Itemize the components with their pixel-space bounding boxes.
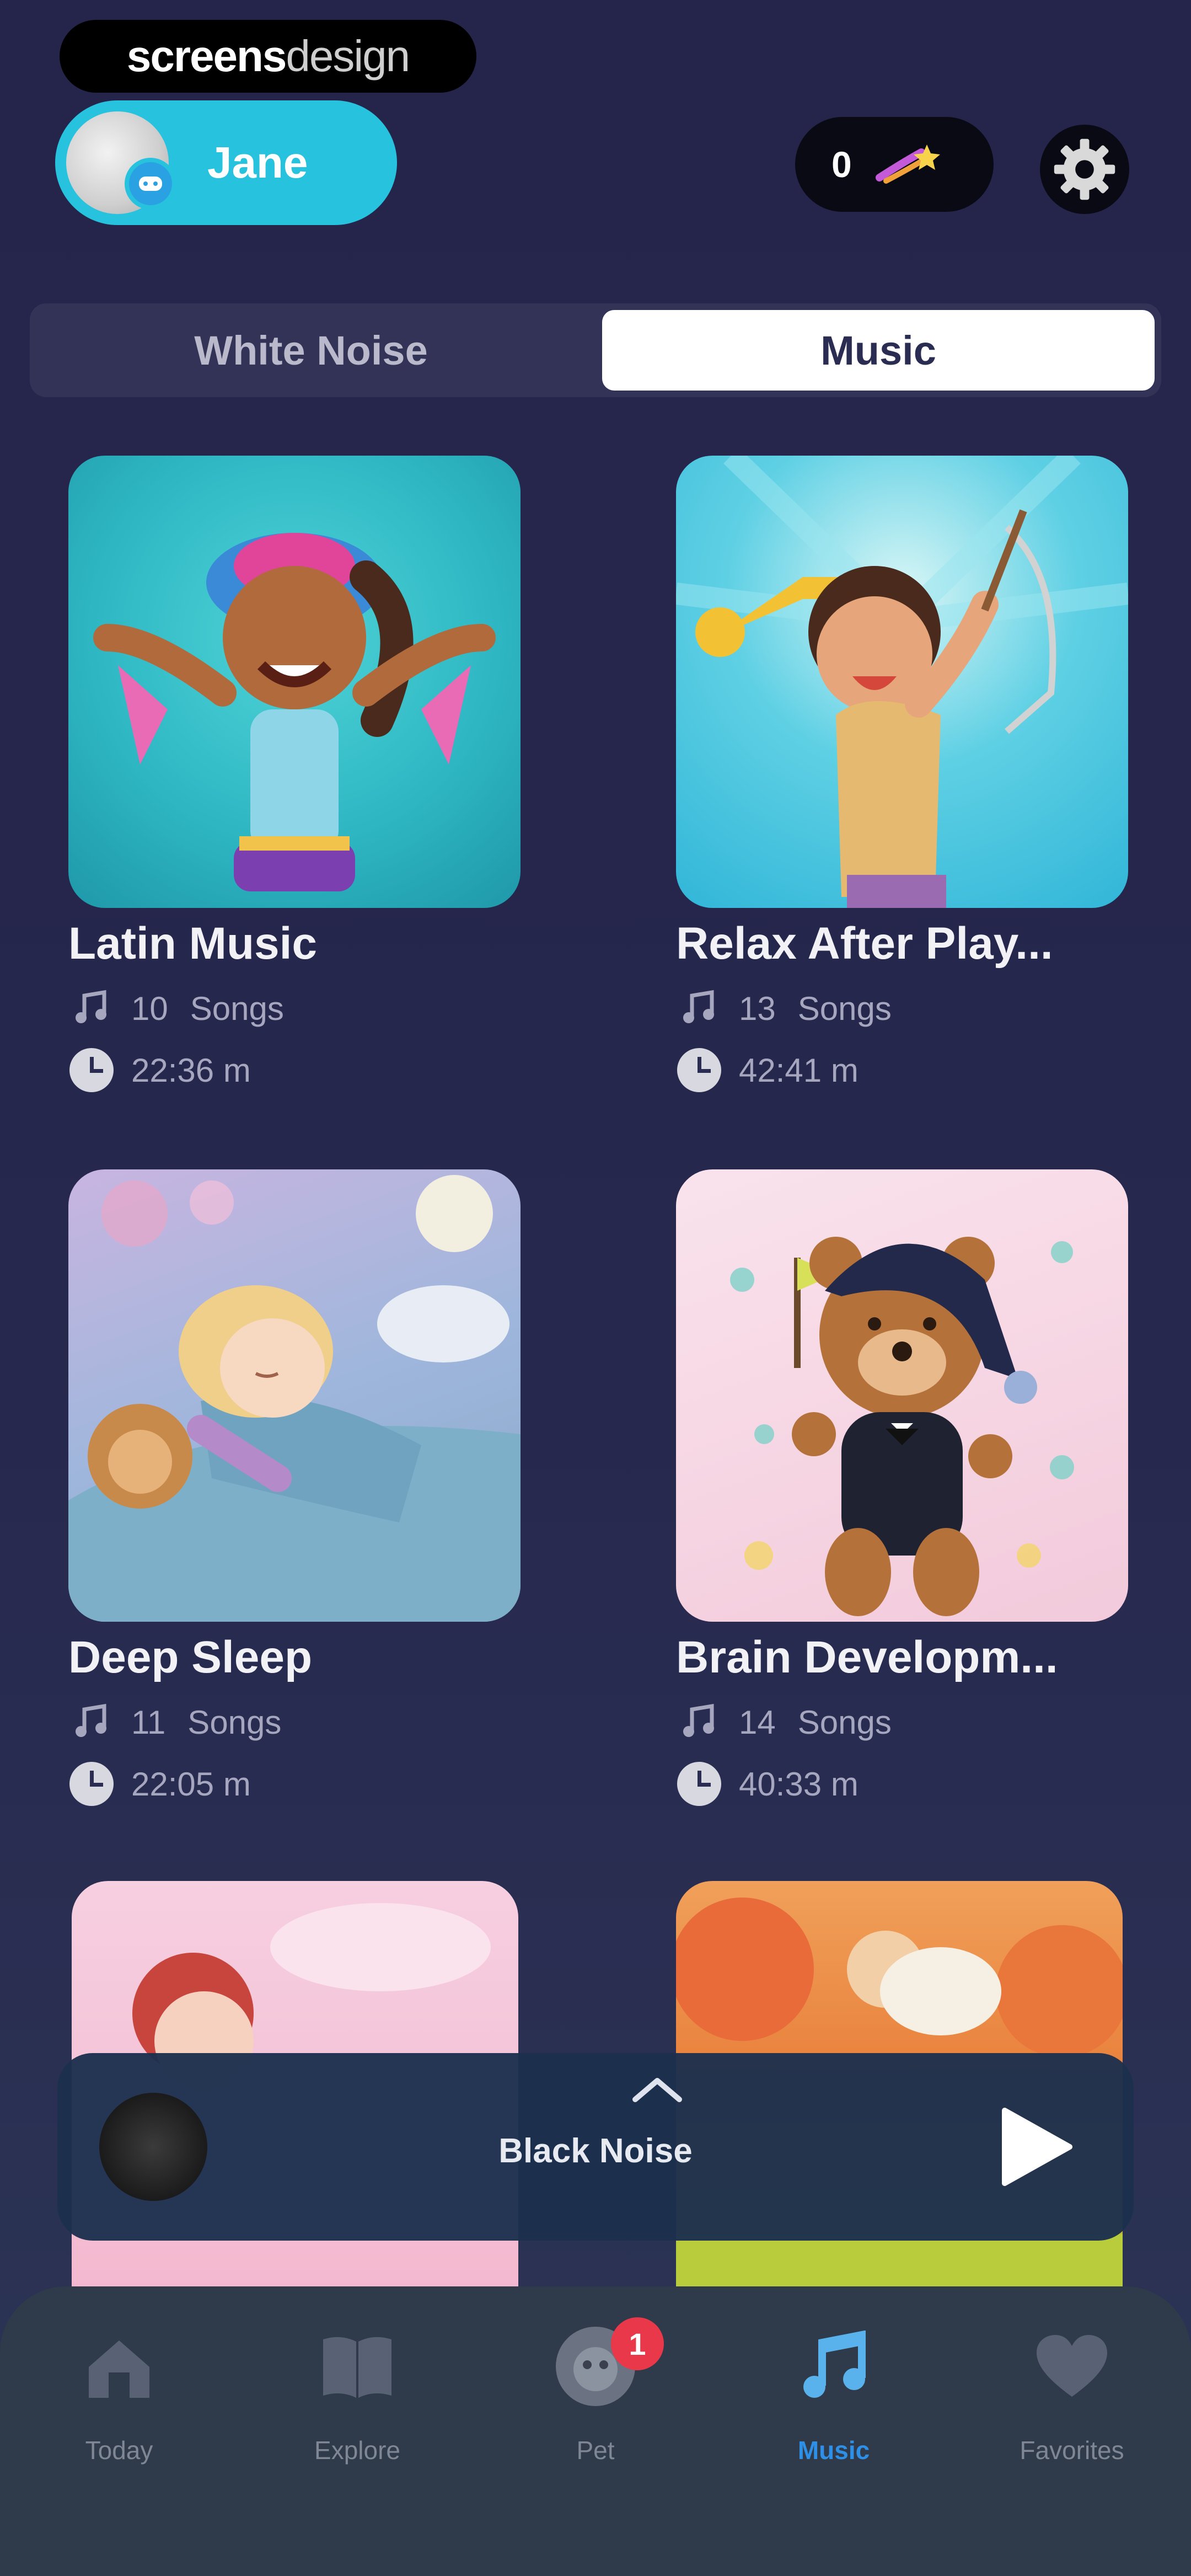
track-title: Black Noise xyxy=(498,2132,693,2170)
song-count-number: 10 xyxy=(131,990,168,1027)
song-count-label: Songs xyxy=(187,1703,282,1741)
screensdesign-watermark: screens design xyxy=(60,20,476,93)
duration: 22:36 m xyxy=(68,1047,521,1093)
duration: 42:41 m xyxy=(676,1047,1128,1093)
music-note-icon xyxy=(751,2325,916,2408)
nav-today-label: Today xyxy=(85,2436,153,2465)
playlist-card[interactable]: Deep Sleep 11 Songs 22:05 m xyxy=(68,1169,521,1807)
duration-value: 22:05 m xyxy=(131,1765,251,1803)
profile-button[interactable]: Jane xyxy=(55,100,397,225)
nav-pet-label: Pet xyxy=(576,2436,615,2465)
playlist-card[interactable]: Brain Developm... 14 Songs 40:33 m xyxy=(676,1169,1128,1807)
pet-notification-badge: 1 xyxy=(611,2317,664,2370)
nav-favorites-label: Favorites xyxy=(1020,2436,1124,2465)
song-count-number: 11 xyxy=(131,1703,166,1741)
watermark-part2: design xyxy=(286,31,410,81)
duration: 40:33 m xyxy=(676,1761,1128,1807)
playlist-title: Deep Sleep xyxy=(68,1632,313,1682)
duration-value: 42:41 m xyxy=(739,1051,859,1089)
category-tabs: White Noise Music xyxy=(30,303,1161,397)
duration-value: 40:33 m xyxy=(739,1765,859,1803)
duration-value: 22:36 m xyxy=(131,1051,251,1089)
song-count-number: 14 xyxy=(739,1703,776,1741)
nav-explore-label: Explore xyxy=(314,2436,400,2465)
avatar xyxy=(66,111,176,214)
nav-pet[interactable]: 1 Pet xyxy=(513,2317,678,2465)
stars-counter[interactable]: 0 xyxy=(795,117,994,212)
song-count-label: Songs xyxy=(797,1703,892,1741)
playlist-thumbnail-brain xyxy=(676,1169,1128,1622)
stars-count: 0 xyxy=(831,144,852,185)
clock-icon xyxy=(677,1048,721,1092)
tab-white-noise[interactable]: White Noise xyxy=(30,310,592,391)
song-count: 13 Songs xyxy=(676,985,1128,1032)
nav-explore[interactable]: Explore xyxy=(275,2325,440,2465)
duration: 22:05 m xyxy=(68,1761,521,1807)
music-note-icon xyxy=(68,1699,115,1745)
playlist-thumbnail-relax xyxy=(676,456,1128,908)
clock-icon xyxy=(677,1762,721,1806)
play-button[interactable] xyxy=(988,2103,1076,2191)
playlist-title: Relax After Play... xyxy=(676,918,1053,969)
tab-music[interactable]: Music xyxy=(602,310,1155,391)
playlist-title: Latin Music xyxy=(68,918,318,969)
song-count-number: 13 xyxy=(739,990,776,1027)
book-icon xyxy=(275,2325,440,2408)
nav-today[interactable]: Today xyxy=(36,2325,202,2465)
settings-button[interactable] xyxy=(1040,125,1129,214)
playlist-thumbnail-deep-sleep xyxy=(68,1169,521,1622)
nav-music[interactable]: Music xyxy=(751,2325,916,2465)
playlist-card[interactable]: Relax After Play... 13 Songs 42:41 m xyxy=(676,456,1128,1093)
watermark-part1: screens xyxy=(126,31,287,81)
gear-icon xyxy=(1054,138,1115,200)
music-note-icon xyxy=(68,985,115,1032)
music-note-icon xyxy=(676,985,722,1032)
mini-player[interactable]: Black Noise xyxy=(57,2053,1134,2241)
heart-icon xyxy=(989,2325,1155,2408)
playlist-thumbnail-latin xyxy=(68,456,521,908)
song-count-label: Songs xyxy=(797,990,892,1027)
bottom-nav: Today Explore 1 Pet Music Favorites xyxy=(0,2286,1191,2576)
nav-music-label: Music xyxy=(797,2436,870,2465)
house-icon xyxy=(36,2325,202,2408)
nav-favorites[interactable]: Favorites xyxy=(989,2325,1155,2465)
song-count: 10 Songs xyxy=(68,985,521,1032)
song-count: 14 Songs xyxy=(676,1699,1128,1745)
profile-name: Jane xyxy=(207,138,308,187)
music-note-icon xyxy=(676,1699,722,1745)
clock-icon xyxy=(69,1762,114,1806)
playlist-card[interactable]: Latin Music 10 Songs 22:36 m xyxy=(68,456,521,1093)
clock-icon xyxy=(69,1048,114,1092)
chevron-up-icon[interactable] xyxy=(631,2075,684,2104)
shooting-star-icon xyxy=(874,141,940,188)
pet-icon: 1 xyxy=(513,2317,678,2408)
song-count: 11 Songs xyxy=(68,1699,521,1745)
song-count-label: Songs xyxy=(190,990,284,1027)
gamepad-icon xyxy=(125,158,176,210)
playlist-title: Brain Developm... xyxy=(676,1632,1058,1682)
